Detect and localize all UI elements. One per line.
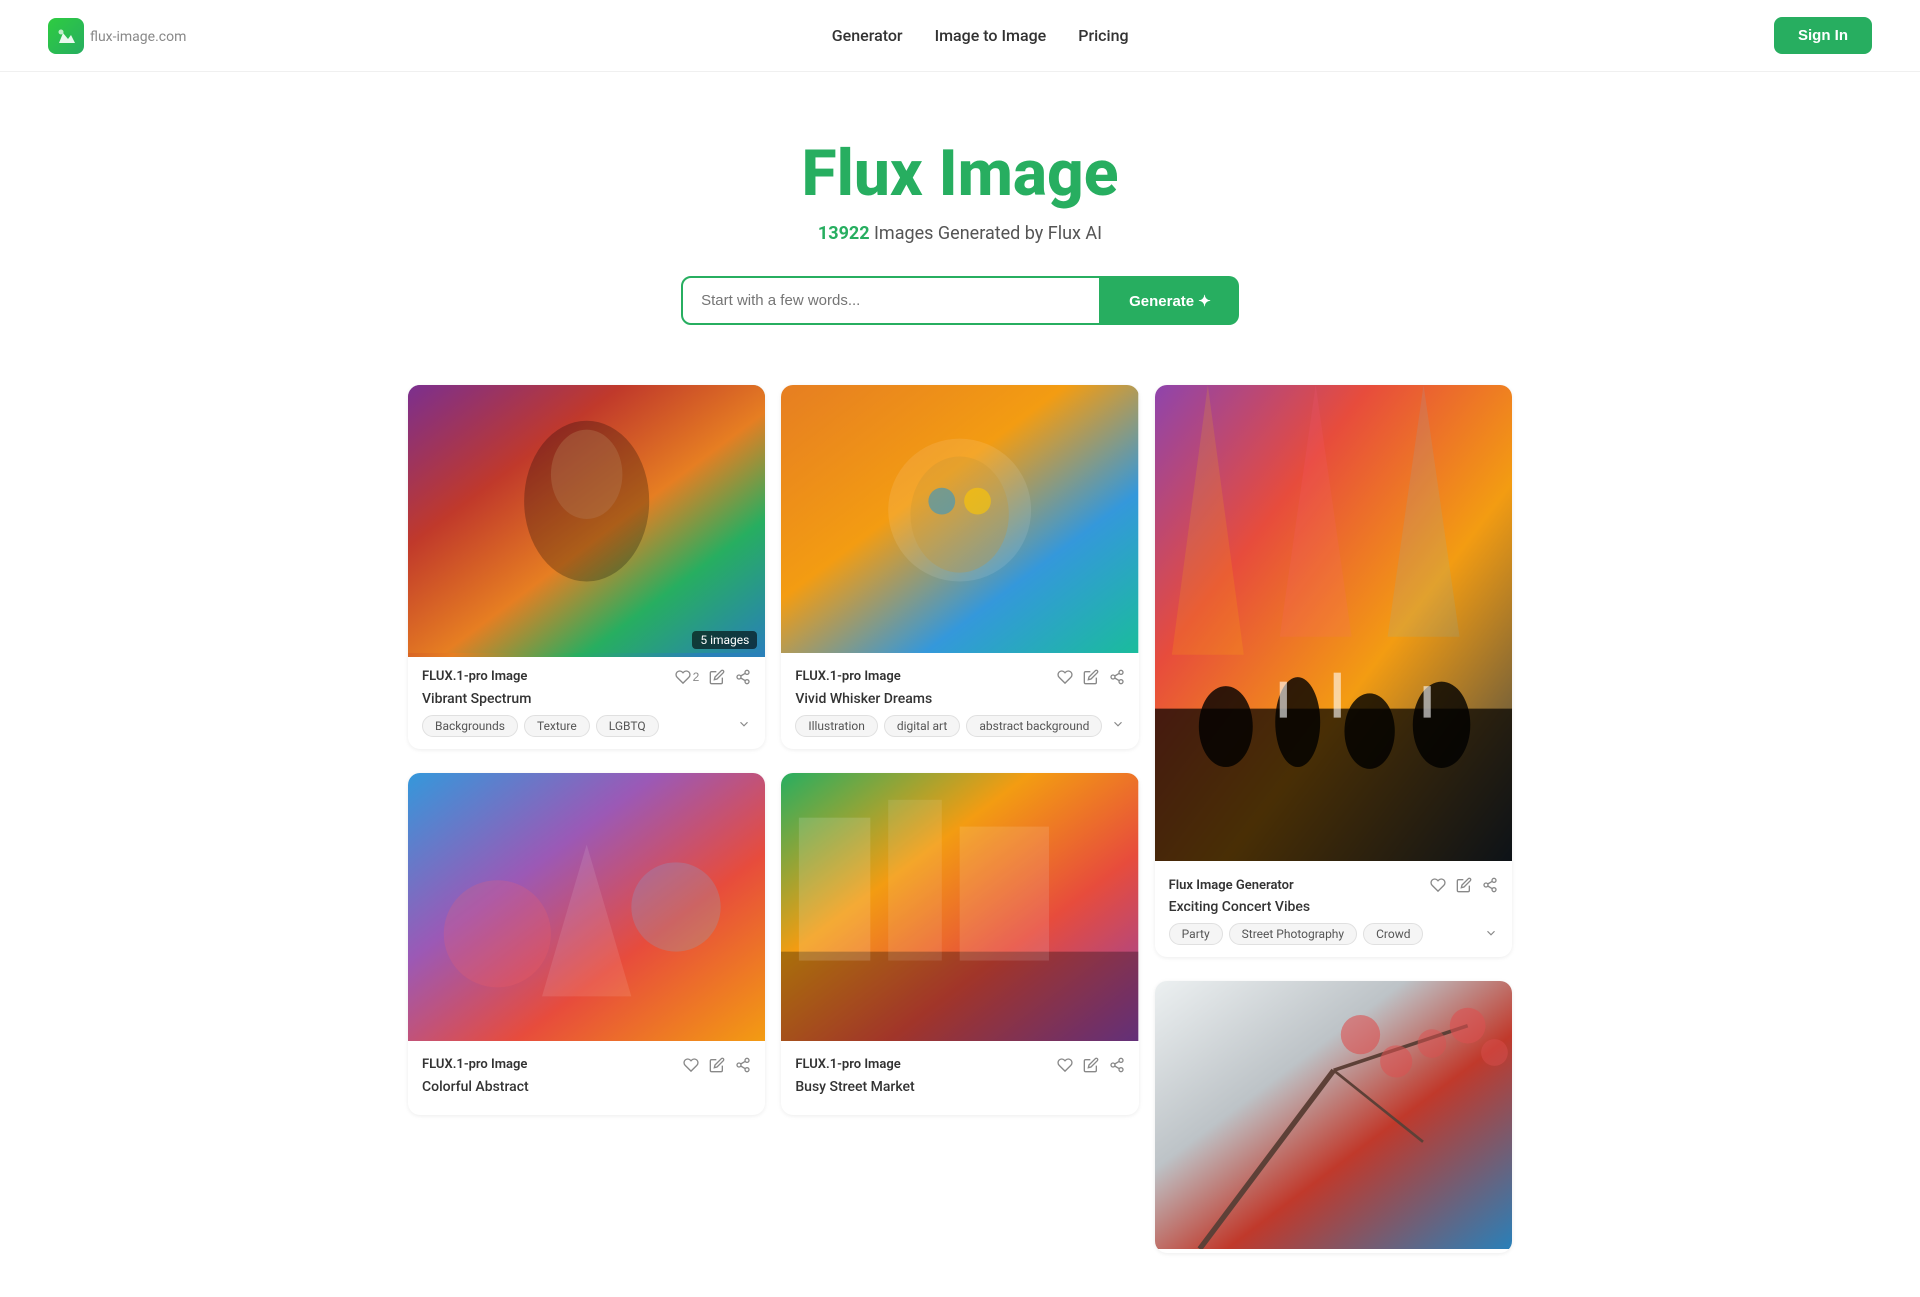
like-button[interactable]: 2 (675, 669, 700, 685)
card-title: Vivid Whisker Dreams (795, 691, 1124, 707)
tag-digital-art[interactable]: digital art (884, 715, 961, 737)
card-vibrant-spectrum: 5 images FLUX.1-pro Image 2 (408, 385, 765, 749)
card-concert: Flux Image Generator Exciting Concert (1155, 385, 1512, 957)
logo-link[interactable]: flux-image.com (48, 18, 186, 54)
prompt-input[interactable] (681, 276, 1101, 325)
card-image (781, 385, 1138, 657)
tag-texture[interactable]: Texture (524, 715, 590, 737)
card-model-label: Flux Image Generator (1169, 878, 1294, 893)
card-cat: FLUX.1-pro Image Vivid Whisker Dreams (781, 385, 1138, 749)
like-button[interactable] (1057, 669, 1073, 685)
generate-button[interactable]: Generate ✦ (1101, 276, 1239, 325)
card-model-label: FLUX.1-pro Image (422, 669, 527, 684)
like-button[interactable] (683, 1057, 699, 1073)
card-image (408, 773, 765, 1045)
card-model-row: FLUX.1-pro Image 2 (422, 669, 751, 685)
card-model-row: FLUX.1-pro Image (422, 1057, 751, 1073)
card-image-wrap (1155, 981, 1512, 1253)
card-street: FLUX.1-pro Image Busy Street Market (781, 773, 1138, 1115)
edit-button[interactable] (709, 1057, 725, 1073)
gallery-col-3: Flux Image Generator Exciting Concert (1147, 385, 1520, 1277)
card-model-row: FLUX.1-pro Image (795, 669, 1124, 685)
card-tags: Backgrounds Texture LGBTQ (422, 715, 751, 737)
share-button[interactable] (1482, 877, 1498, 893)
tags-expand-button[interactable] (1484, 926, 1498, 943)
navbar: flux-image.com Generator Image to Image … (0, 0, 1920, 72)
card-image-wrap (408, 773, 765, 1045)
edit-button[interactable] (1083, 669, 1099, 685)
card-model-label: FLUX.1-pro Image (795, 669, 900, 684)
card-actions (1430, 877, 1498, 893)
nav-pricing[interactable]: Pricing (1078, 26, 1128, 45)
logo-icon (48, 18, 84, 54)
card-image (408, 385, 765, 657)
card-image-wrap (781, 385, 1138, 657)
hero-title: Flux Image (24, 136, 1896, 211)
like-button[interactable] (1430, 877, 1446, 893)
share-button[interactable] (735, 1057, 751, 1073)
card-actions (1057, 669, 1125, 685)
card-image-wrap (1155, 385, 1512, 865)
hero-subtitle: 13922 Images Generated by Flux AI (24, 223, 1896, 244)
card-title: Colorful Abstract (422, 1079, 751, 1095)
card-model-label: FLUX.1-pro Image (795, 1057, 900, 1072)
tags-expand-button[interactable] (737, 717, 751, 734)
card-image-wrap (781, 773, 1138, 1045)
edit-button[interactable] (1456, 877, 1472, 893)
card-image (1155, 385, 1512, 865)
card-image-wrap: 5 images (408, 385, 765, 657)
tag-street-photography[interactable]: Street Photography (1229, 923, 1357, 945)
card-model-label: FLUX.1-pro Image (422, 1057, 527, 1072)
card-cherry (1155, 981, 1512, 1253)
share-button[interactable] (1109, 1057, 1125, 1073)
card-title: Vibrant Spectrum (422, 691, 751, 707)
nav-generator[interactable]: Generator (832, 26, 903, 45)
signin-button[interactable]: Sign In (1774, 17, 1872, 54)
card-image (1155, 981, 1512, 1253)
card-footer: FLUX.1-pro Image Vivid Whisker Dreams (781, 657, 1138, 749)
image-count-badge: 5 images (692, 631, 757, 649)
card-footer: FLUX.1-pro Image 2 Vibra (408, 657, 765, 749)
card-colorful-abstract: FLUX.1-pro Image Colorful Abstract (408, 773, 765, 1115)
tag-abstract-bg[interactable]: abstract background (966, 715, 1102, 737)
card-model-row: Flux Image Generator (1169, 877, 1498, 893)
like-button[interactable] (1057, 1057, 1073, 1073)
logo-text: flux-image.com (90, 25, 186, 46)
card-actions: 2 (675, 669, 752, 685)
share-button[interactable] (1109, 669, 1125, 685)
card-title: Busy Street Market (795, 1079, 1124, 1095)
gallery-col-2: FLUX.1-pro Image Vivid Whisker Dreams (773, 385, 1146, 1277)
card-title: Exciting Concert Vibes (1169, 899, 1498, 915)
tag-crowd[interactable]: Crowd (1363, 923, 1423, 945)
nav-links: Generator Image to Image Pricing (832, 26, 1129, 45)
nav-image-to-image[interactable]: Image to Image (935, 26, 1047, 45)
card-tags: Illustration digital art abstract backgr… (795, 715, 1124, 737)
tags-expand-button[interactable] (1111, 717, 1125, 734)
tag-lgbtq[interactable]: LGBTQ (596, 715, 659, 737)
hero-input-row: Generate ✦ (24, 276, 1896, 325)
card-actions (683, 1057, 751, 1073)
hero-section: Flux Image 13922 Images Generated by Flu… (0, 72, 1920, 365)
gallery: 5 images FLUX.1-pro Image 2 (320, 365, 1600, 1297)
tag-backgrounds[interactable]: Backgrounds (422, 715, 518, 737)
card-model-row: FLUX.1-pro Image (795, 1057, 1124, 1073)
card-image (781, 773, 1138, 1045)
edit-button[interactable] (709, 669, 725, 685)
card-footer: Flux Image Generator Exciting Concert (1155, 865, 1512, 957)
share-button[interactable] (735, 669, 751, 685)
tag-party[interactable]: Party (1169, 923, 1223, 945)
card-actions (1057, 1057, 1125, 1073)
tag-illustration[interactable]: Illustration (795, 715, 878, 737)
edit-button[interactable] (1083, 1057, 1099, 1073)
card-tags: Party Street Photography Crowd (1169, 923, 1498, 945)
gallery-col-1: 5 images FLUX.1-pro Image 2 (400, 385, 773, 1277)
